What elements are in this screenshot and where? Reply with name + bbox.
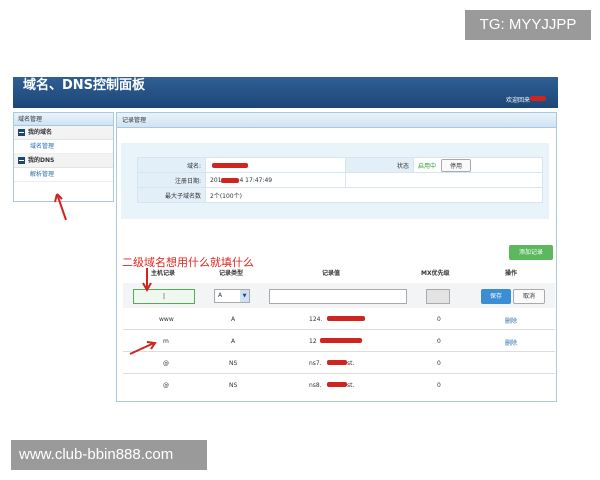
red-arrow-icon <box>54 193 67 221</box>
watermark-bottom: www.club-bbin888.com <box>11 440 207 470</box>
col-value: 记录值 <box>322 270 341 277</box>
redaction-mark <box>327 382 347 387</box>
domain-value <box>205 157 346 173</box>
row-value: ns8. <box>309 382 322 389</box>
row-value-tail: st. <box>347 382 355 389</box>
domain-info-box: 域名: 状态 启用中 停用 注册日期: 201 4 17:47:49 最大子域名数 <box>121 143 549 219</box>
collapse-icon[interactable] <box>18 157 25 164</box>
save-button[interactable]: 保存 <box>481 289 511 304</box>
status-cell: 启用中 停用 <box>413 157 543 173</box>
row-value: 12 <box>309 338 317 345</box>
sidebar: 域名管理 我的域名 域名管理 我的DNS 解析管理 <box>13 112 114 202</box>
sidebar-item-dns-management[interactable]: 解析管理 <box>14 168 113 182</box>
record-value-input[interactable] <box>269 289 407 304</box>
record-type-value: A <box>218 292 223 299</box>
row-mx: 0 <box>437 382 441 389</box>
reg-date-time: 4 17:47:49 <box>239 176 273 184</box>
record-edit-row: | A ▼ 保存 取消 <box>123 283 555 308</box>
delete-link[interactable]: 删除 <box>505 316 517 325</box>
mx-priority-input[interactable] <box>426 289 450 304</box>
sidebar-group-label: 我的DNS <box>28 156 55 164</box>
redaction-mark <box>320 338 362 343</box>
record-panel-title: 记录管理 <box>117 113 556 128</box>
max-subdomain-value: 2个(100个) <box>205 187 543 203</box>
row-type: NS <box>229 382 238 389</box>
table-row: @ NS ns7. st. 0 <box>123 353 555 374</box>
max-subdomain-label: 最大子域名数 <box>137 187 206 203</box>
red-arrow-icon <box>129 341 157 355</box>
redaction-mark <box>327 360 347 365</box>
reg-date-year: 201 <box>210 176 222 184</box>
status-label: 状态 <box>345 157 414 173</box>
row-mx: 0 <box>437 360 441 367</box>
row-host: m <box>163 338 169 345</box>
redaction-mark <box>212 163 248 168</box>
row-type: NS <box>229 360 238 367</box>
cancel-button[interactable]: 取消 <box>513 289 545 304</box>
col-action: 操作 <box>505 270 518 277</box>
reg-date-label: 注册日期: <box>137 172 206 188</box>
reg-date-value: 201 4 17:47:49 <box>205 172 346 188</box>
table-row: www A 124. 0 删除 <box>123 309 555 330</box>
col-mx: MX优先级 <box>421 270 450 277</box>
domain-label: 域名: <box>137 157 206 173</box>
delete-link[interactable]: 删除 <box>505 338 517 347</box>
panel-title: 域名、DNS控制面板 <box>23 78 146 93</box>
row-host: www <box>159 316 174 323</box>
chevron-down-icon[interactable]: ▼ <box>240 290 249 302</box>
welcome-text: 欢迎回来 <box>505 97 530 104</box>
sidebar-group-my-dns[interactable]: 我的DNS <box>14 154 113 168</box>
disable-button[interactable]: 停用 <box>440 158 471 172</box>
sidebar-group-label: 我的域名 <box>28 128 53 136</box>
empty-cell <box>345 172 543 188</box>
row-value: 124. <box>309 316 323 323</box>
sidebar-title: 域名管理 <box>14 113 113 126</box>
domain-info-table: 域名: 状态 启用中 停用 注册日期: 201 4 17:47:49 最大子域名数 <box>137 157 543 203</box>
panel-header: 域名、DNS控制面板 欢迎回来 <box>13 77 558 108</box>
add-record-button[interactable]: 添加记录 <box>509 245 553 260</box>
status-value: 启用中 <box>418 162 437 170</box>
row-mx: 0 <box>437 338 441 345</box>
row-host: @ <box>163 382 169 389</box>
table-row: m A 12 0 删除 <box>123 331 555 352</box>
table-row: @ NS ns8. st. 0 <box>123 375 555 396</box>
row-mx: 0 <box>437 316 441 323</box>
row-value-tail: st. <box>347 360 355 367</box>
redaction-mark <box>327 316 365 321</box>
redaction-mark <box>221 177 240 183</box>
record-type-select[interactable]: A ▼ <box>214 289 250 303</box>
row-host: @ <box>163 360 169 367</box>
collapse-icon[interactable] <box>18 129 25 136</box>
row-type: A <box>231 316 236 323</box>
sidebar-item-domain-management[interactable]: 域名管理 <box>14 140 113 154</box>
red-arrow-icon <box>142 268 152 292</box>
sidebar-group-my-domains[interactable]: 我的域名 <box>14 126 113 140</box>
watermark-top: TG: MYYJJPP <box>465 10 591 40</box>
redaction-mark <box>530 96 546 101</box>
row-value: ns7. <box>309 360 322 367</box>
row-type: A <box>231 338 236 345</box>
